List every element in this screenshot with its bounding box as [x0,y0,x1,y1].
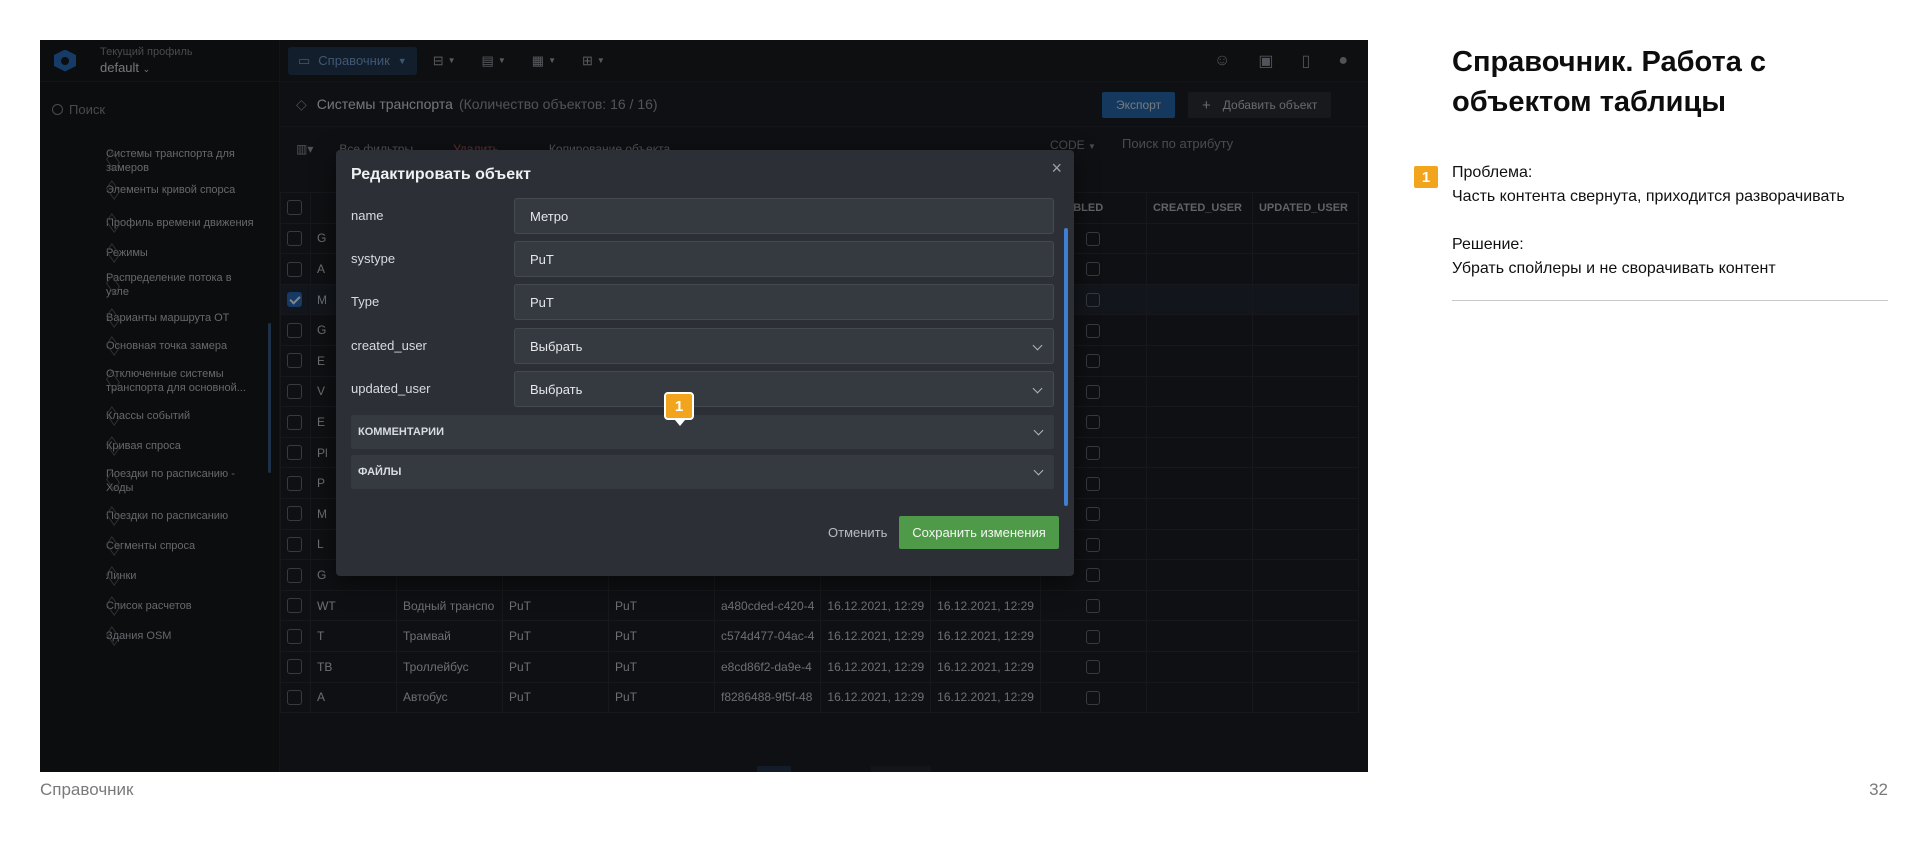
field-label: Type [351,294,380,309]
field-row-created-user: created_user Выбрать [351,328,1061,364]
field-label: created_user [351,338,427,353]
slide: Текущий профиль default ⌄ Поиск Системы … [0,0,1920,842]
save-changes-button[interactable]: Сохранить изменения [899,516,1059,549]
field-row-updated-user: updated_user Выбрать [351,371,1061,407]
field-row-systype: systype PuT [351,241,1061,277]
chevron-down-icon [1033,465,1044,476]
chevron-down-icon [1032,383,1043,394]
page-number: 32 [1869,780,1888,799]
problem-label: Проблема: [1452,164,1533,181]
edit-object-modal: Редактировать объект × name Метро systyp… [336,150,1074,576]
solution-label: Решение: [1452,236,1524,253]
app-screenshot: Текущий профиль default ⌄ Поиск Системы … [40,40,1368,772]
created-user-select[interactable]: Выбрать [514,328,1054,364]
chevron-down-icon [1032,340,1043,351]
field-row-type: Type PuT [351,284,1061,320]
modal-title: Редактировать объект [351,166,531,183]
cancel-button[interactable]: Отменить [828,525,887,540]
annotation-badge: 1 [664,392,694,426]
solution-text: Убрать спойлеры и не сворачивать контент [1452,260,1776,277]
divider [1452,300,1888,301]
field-label: updated_user [351,381,431,396]
problem-text: Часть контента свернута, приходится разв… [1452,188,1845,205]
slide-title: Справочник. Работа с объектом таблицы [1452,46,1767,118]
updated-user-select[interactable]: Выбрать [514,371,1054,407]
name-input[interactable]: Метро [514,198,1054,234]
field-label: systype [351,251,396,266]
systype-input[interactable]: PuT [514,241,1054,277]
slide-footer: Справочник [40,780,134,799]
field-label: name [351,208,384,223]
annotation-badge-legend: 1 [1412,164,1440,196]
solution-block: Решение: Убрать спойлеры и не сворачиват… [1452,233,1776,281]
problem-block: Проблема: Часть контента свернута, прихо… [1452,161,1845,209]
type-input[interactable]: PuT [514,284,1054,320]
field-row-name: name Метро [351,198,1061,234]
comments-section-toggle[interactable]: КОММЕНТАРИИ [351,415,1054,449]
chevron-down-icon [1033,425,1044,436]
files-section-toggle[interactable]: ФАЙЛЫ [351,455,1054,489]
close-icon[interactable]: × [1051,158,1062,179]
modal-scrollbar[interactable] [1064,228,1068,506]
